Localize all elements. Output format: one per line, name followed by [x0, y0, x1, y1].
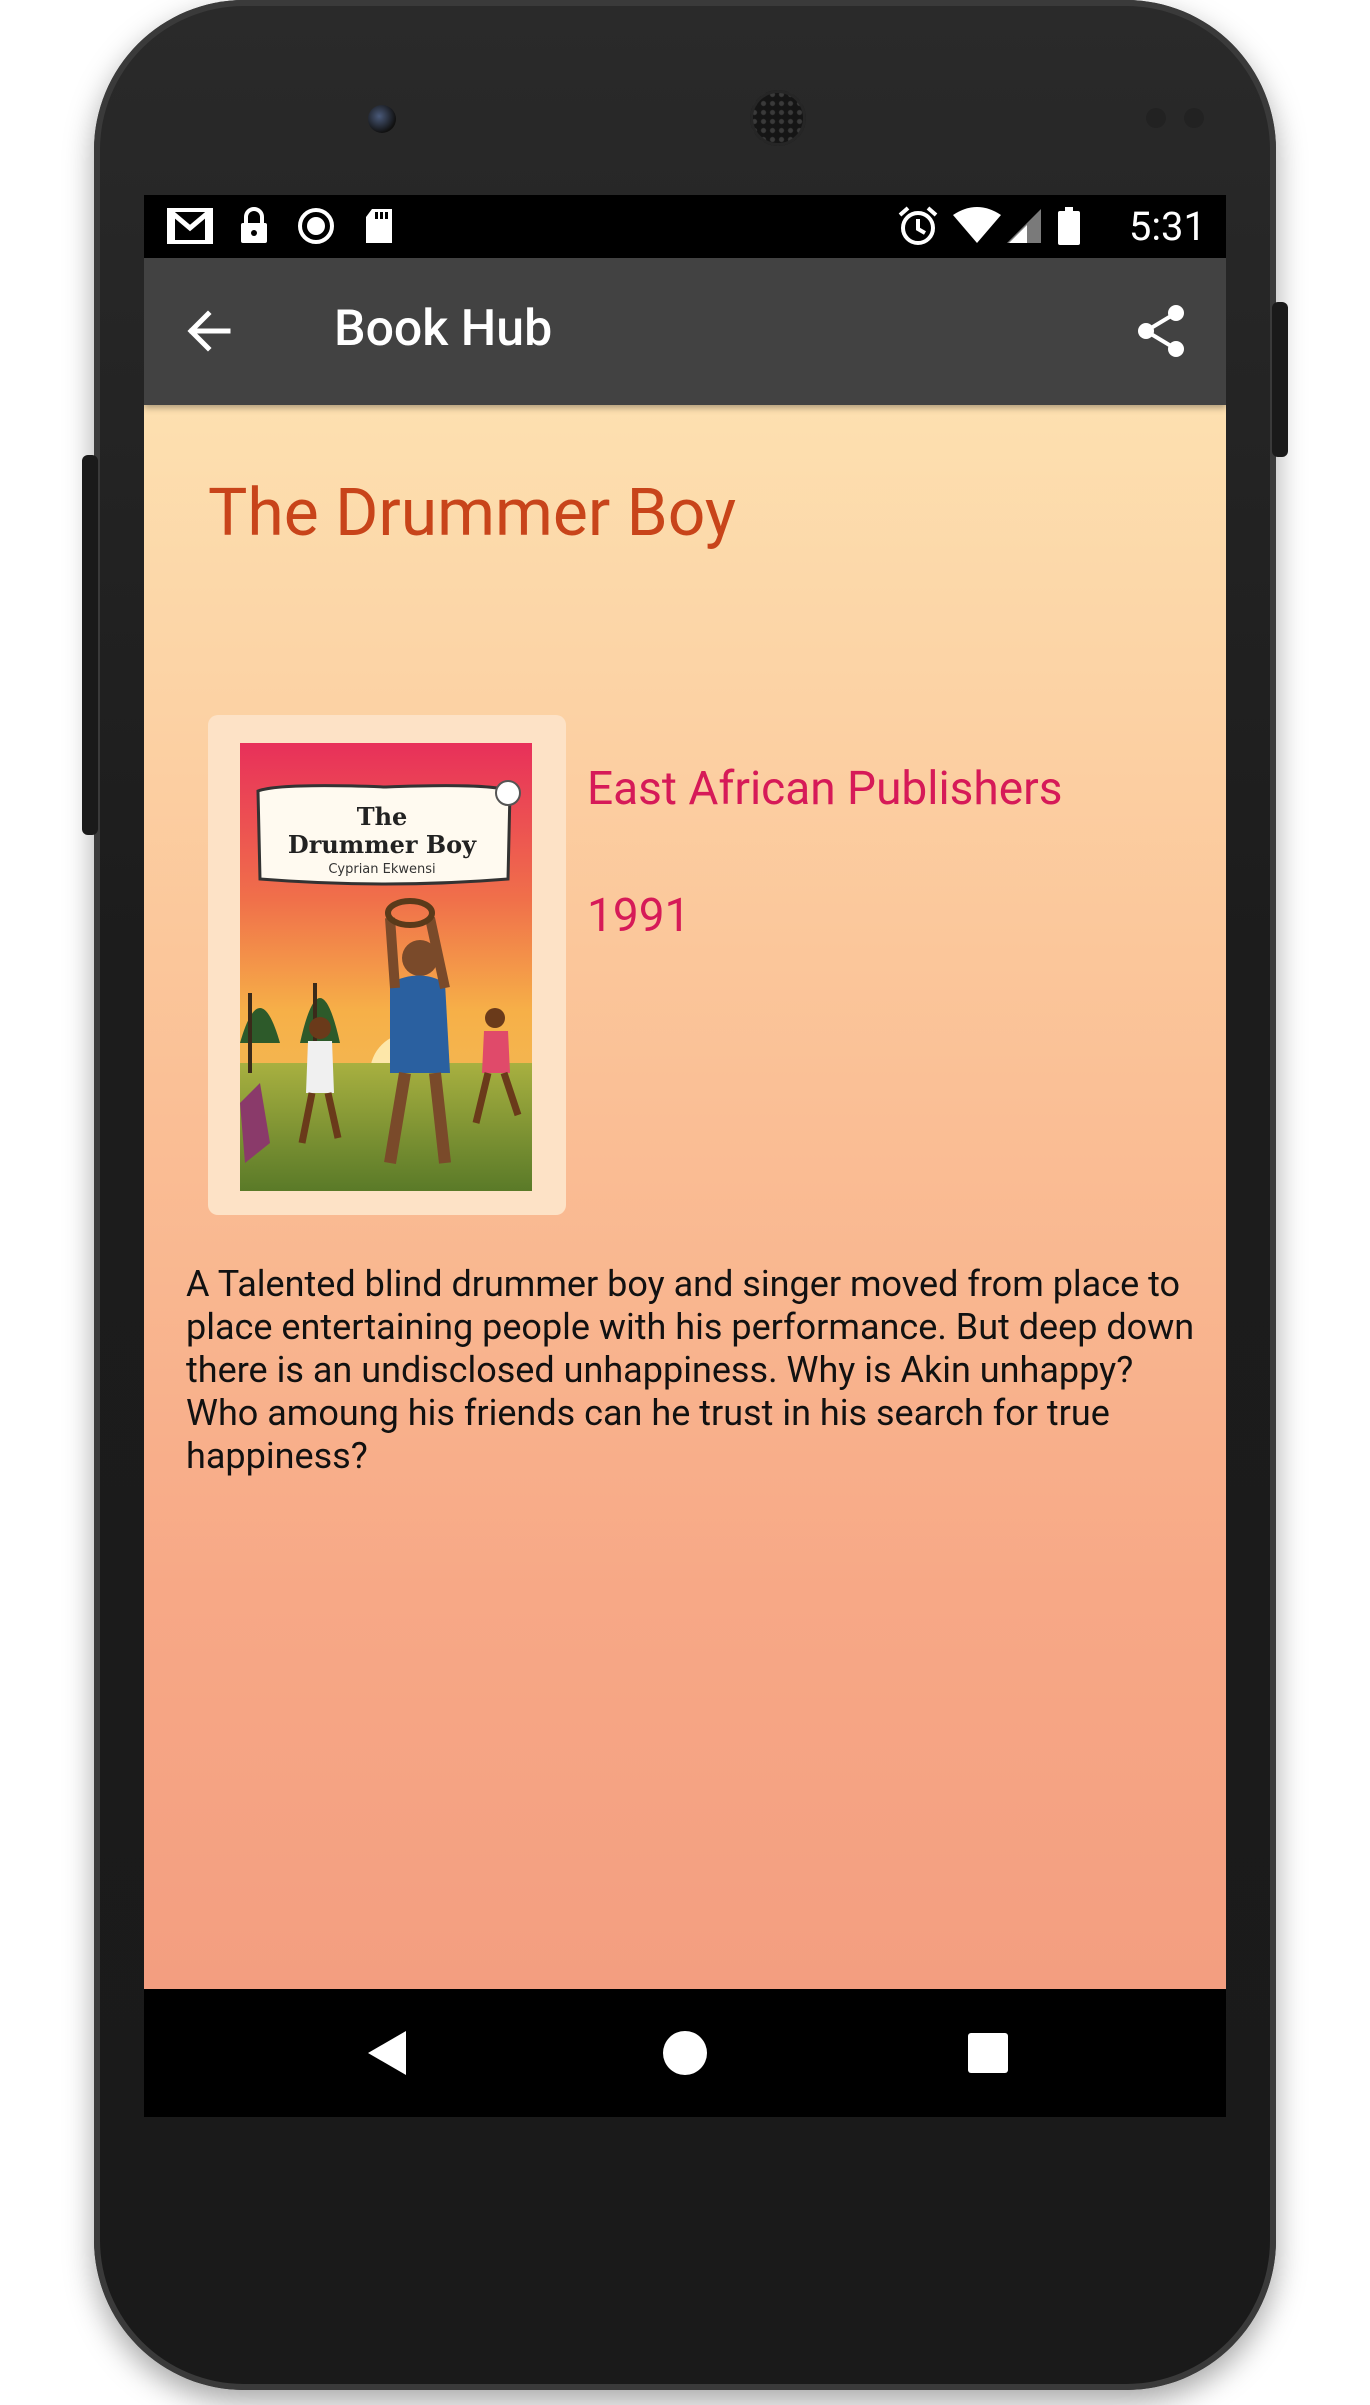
- volume-button: [82, 455, 98, 835]
- nav-home-icon[interactable]: [651, 2019, 719, 2087]
- record-icon: [296, 207, 336, 245]
- gmail-icon: [166, 207, 214, 245]
- screen: 5:31 Book Hub The Drummer Boy The Drumme…: [144, 195, 1226, 2117]
- book-publisher: East African Publishers: [587, 762, 1063, 816]
- lock-icon: [236, 207, 272, 245]
- battery-icon: [1054, 207, 1084, 245]
- book-year: 1991: [587, 889, 691, 943]
- book-description: A Talented blind drummer boy and singer …: [186, 1263, 1195, 1477]
- front-camera: [368, 105, 396, 133]
- book-title: The Drummer Boy: [208, 475, 737, 552]
- nav-back-icon[interactable]: [354, 2019, 422, 2087]
- sd-card-icon: [362, 207, 396, 245]
- light-sensor: [1184, 108, 1204, 128]
- power-button: [1272, 302, 1288, 457]
- alarm-icon: [896, 206, 940, 245]
- book-detail-content: The Drummer Boy The Drummer Boy Cyprian …: [144, 405, 1226, 1989]
- cover-title-line1: The: [357, 802, 408, 831]
- app-title: Book Hub: [334, 300, 553, 358]
- share-icon[interactable]: [1134, 303, 1190, 359]
- proximity-sensor: [1146, 108, 1166, 128]
- cover-title-line2: Drummer Boy: [288, 830, 477, 859]
- book-cover-image: The Drummer Boy Cyprian Ekwensi: [240, 743, 532, 1191]
- book-cover-card[interactable]: The Drummer Boy Cyprian Ekwensi: [208, 715, 566, 1215]
- clock: 5:31: [1128, 203, 1206, 250]
- arrow-back-icon[interactable]: [184, 306, 234, 356]
- cover-author: Cyprian Ekwensi: [328, 862, 435, 877]
- system-nav-bar: [144, 1989, 1226, 2117]
- signal-icon: [1002, 207, 1044, 245]
- earpiece-speaker: [750, 90, 806, 146]
- wifi-icon: [952, 207, 1002, 245]
- app-bar: Book Hub: [144, 258, 1226, 405]
- status-bar: 5:31: [144, 195, 1226, 258]
- nav-recents-icon[interactable]: [954, 2019, 1022, 2087]
